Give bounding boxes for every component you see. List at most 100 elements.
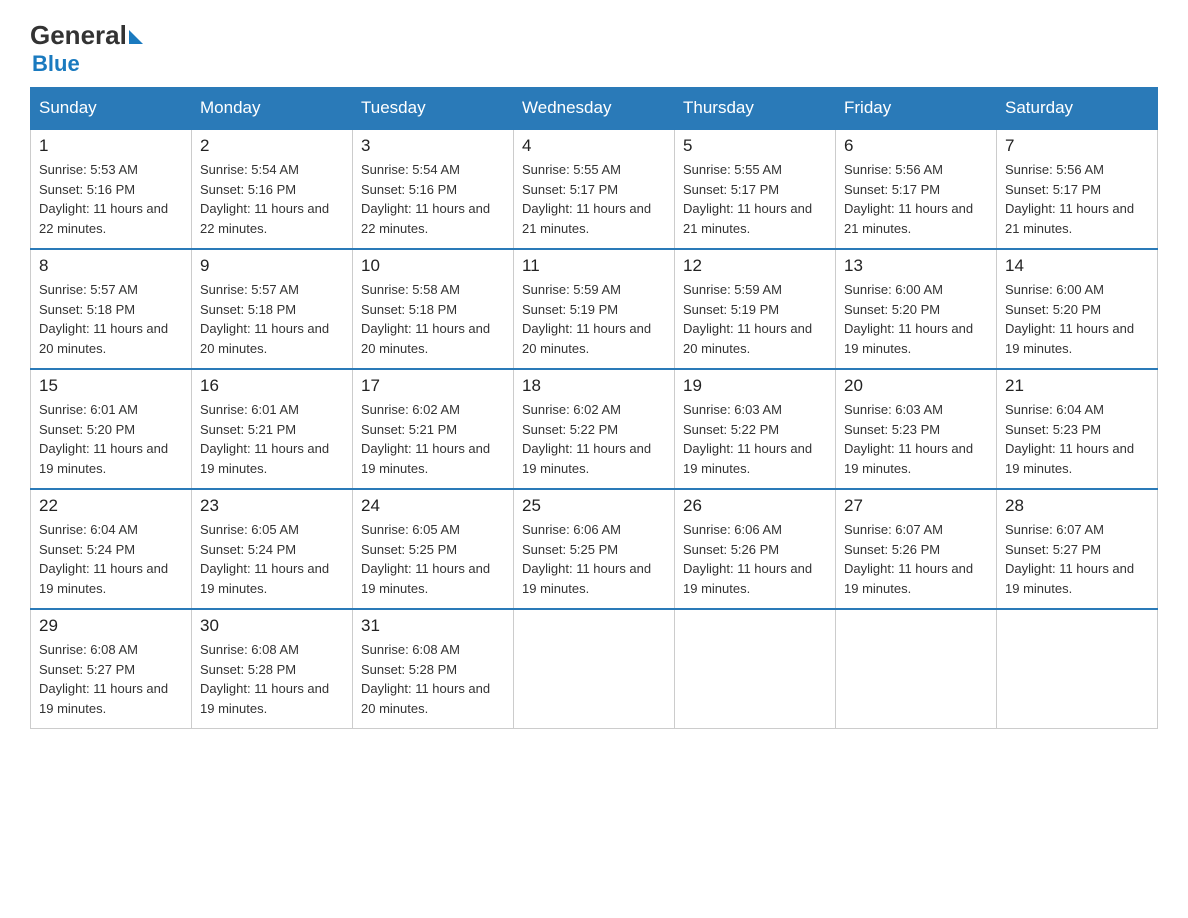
- day-number: 3: [361, 136, 505, 156]
- day-info: Sunrise: 5:59 AM Sunset: 5:19 PM Dayligh…: [683, 280, 827, 358]
- calendar-cell: 25 Sunrise: 6:06 AM Sunset: 5:25 PM Dayl…: [514, 489, 675, 609]
- calendar-cell: 5 Sunrise: 5:55 AM Sunset: 5:17 PM Dayli…: [675, 129, 836, 249]
- calendar-week-row: 29 Sunrise: 6:08 AM Sunset: 5:27 PM Dayl…: [31, 609, 1158, 729]
- weekday-header-row: SundayMondayTuesdayWednesdayThursdayFrid…: [31, 88, 1158, 130]
- day-info: Sunrise: 6:08 AM Sunset: 5:28 PM Dayligh…: [361, 640, 505, 718]
- calendar-cell: 13 Sunrise: 6:00 AM Sunset: 5:20 PM Dayl…: [836, 249, 997, 369]
- logo-triangle-icon: [129, 30, 143, 44]
- calendar-cell: 23 Sunrise: 6:05 AM Sunset: 5:24 PM Dayl…: [192, 489, 353, 609]
- day-number: 16: [200, 376, 344, 396]
- day-number: 19: [683, 376, 827, 396]
- day-number: 28: [1005, 496, 1149, 516]
- day-number: 26: [683, 496, 827, 516]
- day-info: Sunrise: 6:02 AM Sunset: 5:22 PM Dayligh…: [522, 400, 666, 478]
- day-number: 8: [39, 256, 183, 276]
- calendar-cell: 29 Sunrise: 6:08 AM Sunset: 5:27 PM Dayl…: [31, 609, 192, 729]
- day-info: Sunrise: 6:00 AM Sunset: 5:20 PM Dayligh…: [844, 280, 988, 358]
- calendar-cell: 27 Sunrise: 6:07 AM Sunset: 5:26 PM Dayl…: [836, 489, 997, 609]
- calendar-cell: 31 Sunrise: 6:08 AM Sunset: 5:28 PM Dayl…: [353, 609, 514, 729]
- calendar-week-row: 15 Sunrise: 6:01 AM Sunset: 5:20 PM Dayl…: [31, 369, 1158, 489]
- calendar-cell: 11 Sunrise: 5:59 AM Sunset: 5:19 PM Dayl…: [514, 249, 675, 369]
- day-info: Sunrise: 6:07 AM Sunset: 5:26 PM Dayligh…: [844, 520, 988, 598]
- calendar-cell: 10 Sunrise: 5:58 AM Sunset: 5:18 PM Dayl…: [353, 249, 514, 369]
- calendar-cell: 2 Sunrise: 5:54 AM Sunset: 5:16 PM Dayli…: [192, 129, 353, 249]
- day-number: 24: [361, 496, 505, 516]
- day-info: Sunrise: 6:04 AM Sunset: 5:23 PM Dayligh…: [1005, 400, 1149, 478]
- day-info: Sunrise: 5:55 AM Sunset: 5:17 PM Dayligh…: [522, 160, 666, 238]
- day-info: Sunrise: 6:00 AM Sunset: 5:20 PM Dayligh…: [1005, 280, 1149, 358]
- logo-general-text: General: [30, 20, 127, 51]
- day-number: 4: [522, 136, 666, 156]
- calendar-cell: 3 Sunrise: 5:54 AM Sunset: 5:16 PM Dayli…: [353, 129, 514, 249]
- calendar-cell: 20 Sunrise: 6:03 AM Sunset: 5:23 PM Dayl…: [836, 369, 997, 489]
- day-number: 21: [1005, 376, 1149, 396]
- day-info: Sunrise: 6:05 AM Sunset: 5:25 PM Dayligh…: [361, 520, 505, 598]
- day-info: Sunrise: 6:03 AM Sunset: 5:23 PM Dayligh…: [844, 400, 988, 478]
- day-info: Sunrise: 6:05 AM Sunset: 5:24 PM Dayligh…: [200, 520, 344, 598]
- day-number: 27: [844, 496, 988, 516]
- day-info: Sunrise: 6:01 AM Sunset: 5:20 PM Dayligh…: [39, 400, 183, 478]
- day-number: 13: [844, 256, 988, 276]
- day-number: 17: [361, 376, 505, 396]
- calendar-table: SundayMondayTuesdayWednesdayThursdayFrid…: [30, 87, 1158, 729]
- day-info: Sunrise: 6:01 AM Sunset: 5:21 PM Dayligh…: [200, 400, 344, 478]
- day-number: 23: [200, 496, 344, 516]
- calendar-cell: 12 Sunrise: 5:59 AM Sunset: 5:19 PM Dayl…: [675, 249, 836, 369]
- calendar-cell: 8 Sunrise: 5:57 AM Sunset: 5:18 PM Dayli…: [31, 249, 192, 369]
- day-number: 2: [200, 136, 344, 156]
- logo: General Blue: [30, 20, 143, 77]
- day-number: 9: [200, 256, 344, 276]
- calendar-cell: 15 Sunrise: 6:01 AM Sunset: 5:20 PM Dayl…: [31, 369, 192, 489]
- calendar-cell: 18 Sunrise: 6:02 AM Sunset: 5:22 PM Dayl…: [514, 369, 675, 489]
- day-info: Sunrise: 5:56 AM Sunset: 5:17 PM Dayligh…: [844, 160, 988, 238]
- day-info: Sunrise: 6:03 AM Sunset: 5:22 PM Dayligh…: [683, 400, 827, 478]
- calendar-cell: [514, 609, 675, 729]
- day-info: Sunrise: 5:57 AM Sunset: 5:18 PM Dayligh…: [200, 280, 344, 358]
- page-header: General Blue: [30, 20, 1158, 77]
- day-number: 18: [522, 376, 666, 396]
- day-number: 31: [361, 616, 505, 636]
- day-number: 12: [683, 256, 827, 276]
- calendar-cell: 19 Sunrise: 6:03 AM Sunset: 5:22 PM Dayl…: [675, 369, 836, 489]
- calendar-cell: [836, 609, 997, 729]
- calendar-cell: 14 Sunrise: 6:00 AM Sunset: 5:20 PM Dayl…: [997, 249, 1158, 369]
- day-number: 15: [39, 376, 183, 396]
- day-number: 10: [361, 256, 505, 276]
- day-info: Sunrise: 6:08 AM Sunset: 5:27 PM Dayligh…: [39, 640, 183, 718]
- calendar-cell: 9 Sunrise: 5:57 AM Sunset: 5:18 PM Dayli…: [192, 249, 353, 369]
- calendar-cell: 16 Sunrise: 6:01 AM Sunset: 5:21 PM Dayl…: [192, 369, 353, 489]
- day-number: 14: [1005, 256, 1149, 276]
- day-number: 30: [200, 616, 344, 636]
- day-info: Sunrise: 6:06 AM Sunset: 5:26 PM Dayligh…: [683, 520, 827, 598]
- weekday-header-monday: Monday: [192, 88, 353, 130]
- calendar-week-row: 8 Sunrise: 5:57 AM Sunset: 5:18 PM Dayli…: [31, 249, 1158, 369]
- weekday-header-friday: Friday: [836, 88, 997, 130]
- day-number: 1: [39, 136, 183, 156]
- logo-blue-text: Blue: [32, 51, 80, 77]
- day-number: 25: [522, 496, 666, 516]
- weekday-header-tuesday: Tuesday: [353, 88, 514, 130]
- day-info: Sunrise: 5:56 AM Sunset: 5:17 PM Dayligh…: [1005, 160, 1149, 238]
- day-info: Sunrise: 5:57 AM Sunset: 5:18 PM Dayligh…: [39, 280, 183, 358]
- day-info: Sunrise: 5:58 AM Sunset: 5:18 PM Dayligh…: [361, 280, 505, 358]
- day-number: 11: [522, 256, 666, 276]
- calendar-cell: 4 Sunrise: 5:55 AM Sunset: 5:17 PM Dayli…: [514, 129, 675, 249]
- calendar-cell: 6 Sunrise: 5:56 AM Sunset: 5:17 PM Dayli…: [836, 129, 997, 249]
- calendar-cell: 28 Sunrise: 6:07 AM Sunset: 5:27 PM Dayl…: [997, 489, 1158, 609]
- weekday-header-thursday: Thursday: [675, 88, 836, 130]
- day-info: Sunrise: 6:08 AM Sunset: 5:28 PM Dayligh…: [200, 640, 344, 718]
- day-info: Sunrise: 6:06 AM Sunset: 5:25 PM Dayligh…: [522, 520, 666, 598]
- calendar-cell: 7 Sunrise: 5:56 AM Sunset: 5:17 PM Dayli…: [997, 129, 1158, 249]
- weekday-header-wednesday: Wednesday: [514, 88, 675, 130]
- weekday-header-sunday: Sunday: [31, 88, 192, 130]
- calendar-week-row: 1 Sunrise: 5:53 AM Sunset: 5:16 PM Dayli…: [31, 129, 1158, 249]
- calendar-cell: 26 Sunrise: 6:06 AM Sunset: 5:26 PM Dayl…: [675, 489, 836, 609]
- calendar-week-row: 22 Sunrise: 6:04 AM Sunset: 5:24 PM Dayl…: [31, 489, 1158, 609]
- calendar-cell: 24 Sunrise: 6:05 AM Sunset: 5:25 PM Dayl…: [353, 489, 514, 609]
- day-info: Sunrise: 6:07 AM Sunset: 5:27 PM Dayligh…: [1005, 520, 1149, 598]
- day-number: 29: [39, 616, 183, 636]
- calendar-cell: [997, 609, 1158, 729]
- calendar-cell: 17 Sunrise: 6:02 AM Sunset: 5:21 PM Dayl…: [353, 369, 514, 489]
- day-number: 20: [844, 376, 988, 396]
- day-number: 22: [39, 496, 183, 516]
